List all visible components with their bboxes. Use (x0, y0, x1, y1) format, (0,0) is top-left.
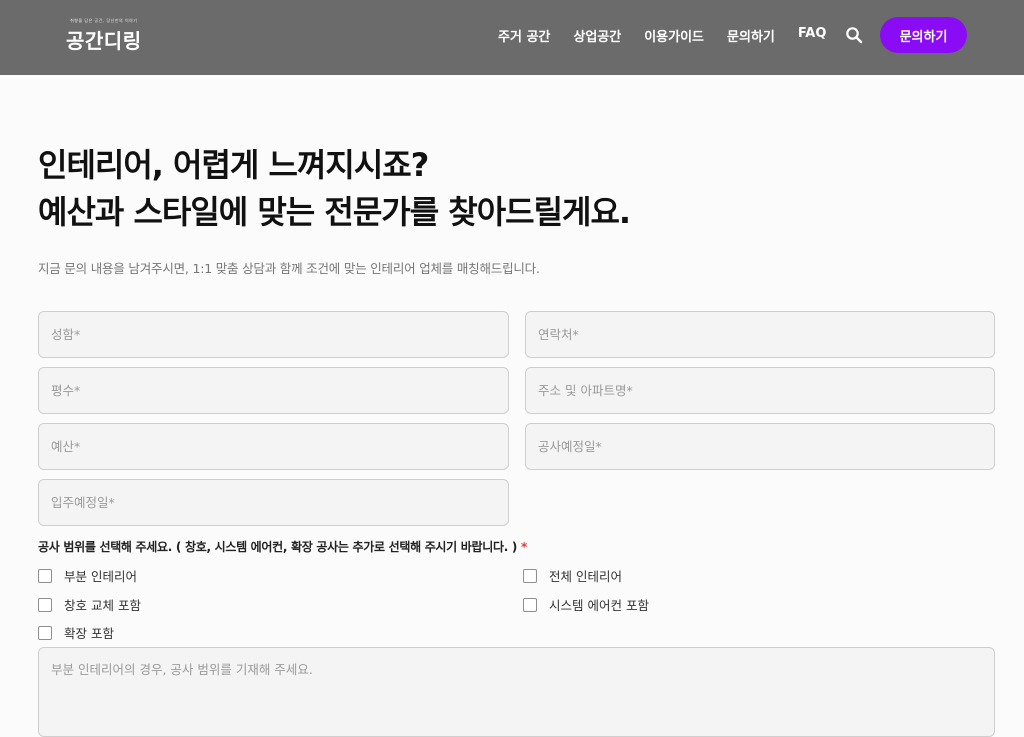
scope-option-label: 시스템 에어컨 포함 (549, 598, 649, 613)
page-headline: 인테리어, 어렵게 느껴지시죠? 예산과 스타일에 맞는 전문가를 찾아드릴게요… (38, 142, 631, 236)
phone-field[interactable] (525, 311, 995, 358)
scope-label: 공사 범위를 선택해 주세요. ( 창호, 시스템 에어컨, 확장 공사는 추가… (38, 538, 527, 555)
checkbox[interactable] (523, 597, 537, 612)
search-icon[interactable] (845, 26, 863, 44)
scope-option-label: 부분 인테리어 (64, 569, 137, 584)
name-field[interactable] (38, 311, 509, 358)
address-field[interactable] (525, 367, 995, 414)
checkbox[interactable] (38, 568, 52, 583)
page-subtext: 지금 문의 내용을 남겨주시면, 1:1 맞춤 상담과 함께 조건에 맞는 인테… (38, 261, 540, 276)
scope-label-text: 공사 범위를 선택해 주세요. ( 창호, 시스템 에어컨, 확장 공사는 추가… (38, 540, 518, 554)
area-field[interactable] (38, 367, 509, 414)
scope-option-label: 확장 포함 (64, 626, 114, 641)
scope-option-label: 창호 교체 포함 (64, 598, 141, 613)
logo-text: 공간디링 (66, 29, 142, 53)
scope-details-textarea[interactable] (38, 647, 995, 737)
headline-line-1: 인테리어, 어렵게 느껴지시죠? (38, 146, 429, 184)
logo-tagline: 취향을 담은 공간, 당신만의 이야기 (70, 18, 138, 23)
scope-option-label: 전체 인테리어 (549, 569, 622, 584)
nav-inquiry[interactable]: 문의하기 (727, 26, 775, 45)
nav-residential[interactable]: 주거 공간 (498, 26, 550, 45)
checkbox[interactable] (38, 597, 52, 612)
movein-date-field[interactable] (38, 479, 509, 526)
scope-option-aircon[interactable]: 시스템 에어컨 포함 (523, 595, 649, 614)
nav-faq[interactable]: FAQ (798, 26, 827, 45)
checkbox[interactable] (38, 625, 52, 640)
site-header: 취향을 담은 공간, 당신만의 이야기 공간디링 주거 공간 상업공간 이용가이… (0, 0, 1024, 75)
nav-commercial[interactable]: 상업공간 (573, 26, 621, 45)
budget-field[interactable] (38, 423, 509, 470)
scope-option-full[interactable]: 전체 인테리어 (523, 566, 622, 585)
inquiry-button[interactable]: 문의하기 (880, 17, 967, 53)
main-nav: 주거 공간 상업공간 이용가이드 문의하기 FAQ (498, 26, 826, 45)
scope-option-partial[interactable]: 부분 인테리어 (38, 566, 137, 585)
logo[interactable]: 취향을 담은 공간, 당신만의 이야기 공간디링 (66, 18, 142, 54)
headline-line-2: 예산과 스타일에 맞는 전문가를 찾아드릴게요. (38, 193, 631, 231)
scope-option-windows[interactable]: 창호 교체 포함 (38, 595, 141, 614)
checkbox[interactable] (523, 568, 537, 583)
nav-guide[interactable]: 이용가이드 (644, 26, 704, 45)
required-mark: * (520, 540, 527, 554)
scope-option-extension[interactable]: 확장 포함 (38, 623, 114, 642)
construction-date-field[interactable] (525, 423, 995, 470)
